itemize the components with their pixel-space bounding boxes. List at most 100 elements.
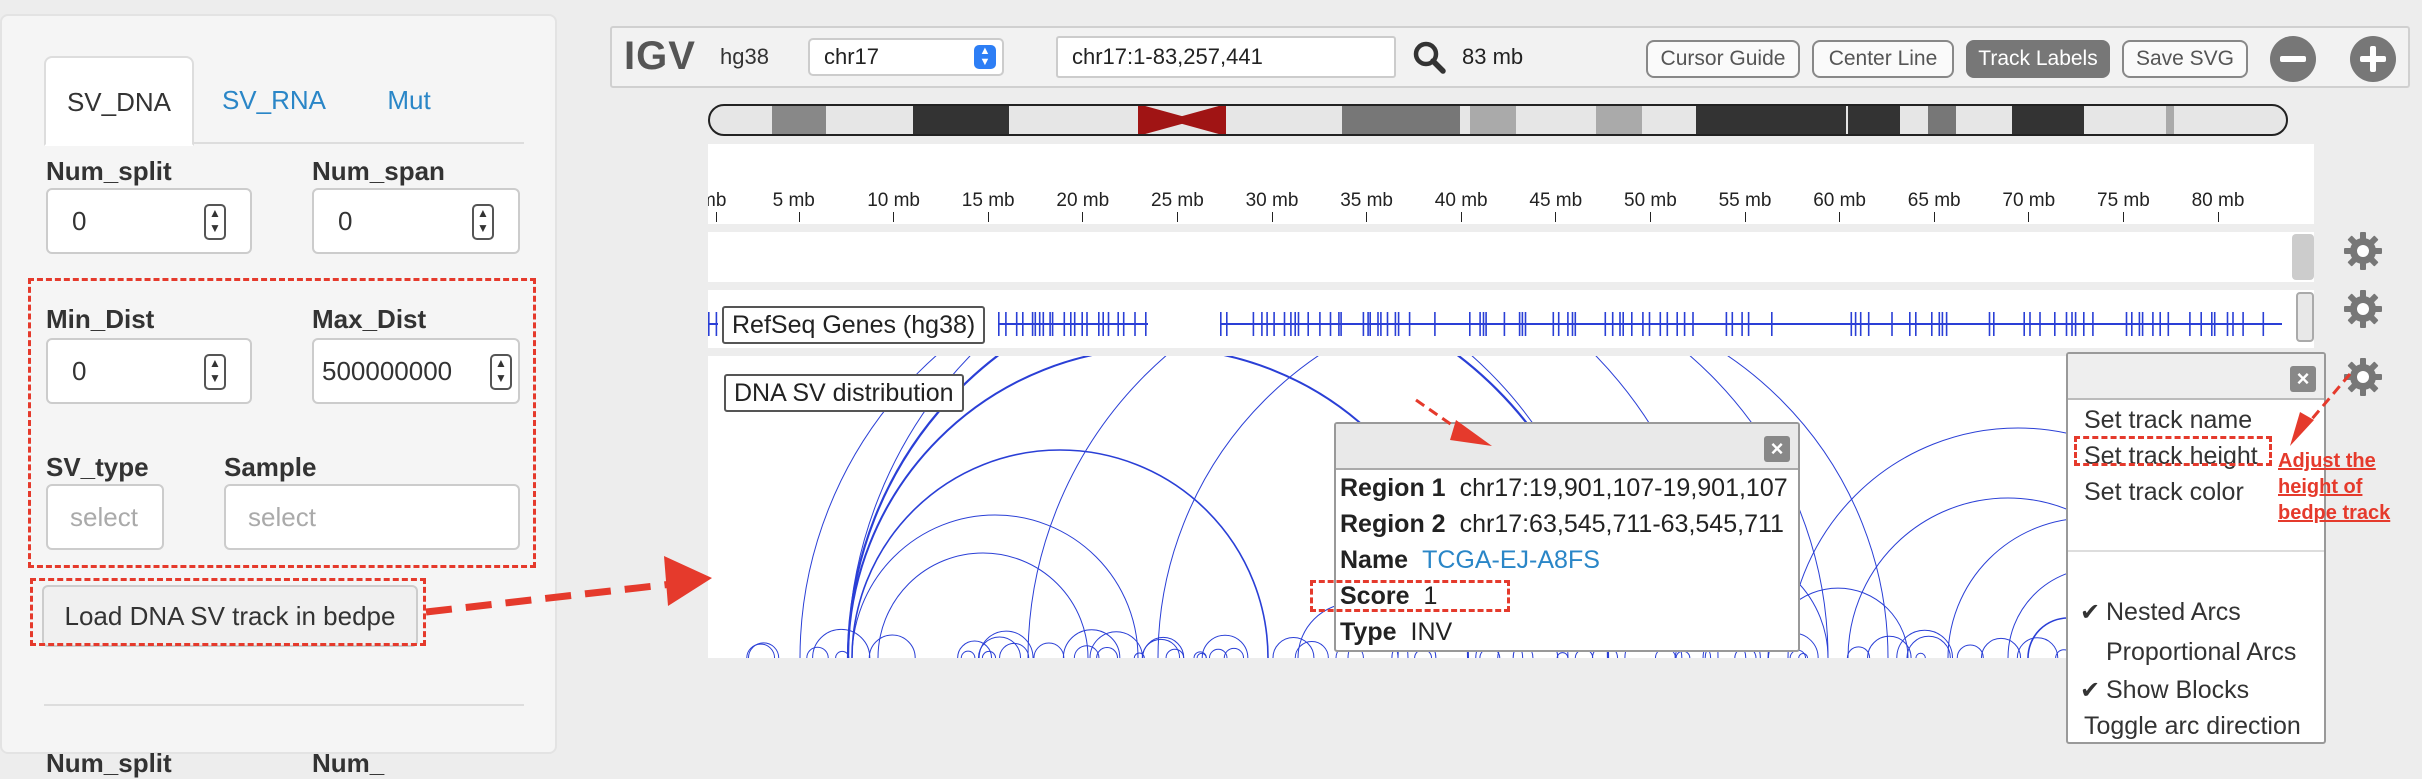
- close-icon[interactable]: ×: [2290, 366, 2316, 392]
- chevron-updown-icon: ▲ ▼: [974, 45, 996, 69]
- gene-feature: [1859, 312, 1862, 336]
- gene-feature: [2159, 312, 2161, 336]
- locus-input[interactable]: chr17:1-83,257,441: [1056, 36, 1396, 78]
- ruler-tick: [1177, 212, 1178, 222]
- gene-feature: [1294, 312, 1296, 336]
- menu-show-blocks[interactable]: ✔ Show Blocks: [2080, 676, 2249, 705]
- gene-feature: [1307, 312, 1309, 336]
- plus-icon[interactable]: [2350, 36, 2396, 82]
- sv-small-arc: [1165, 648, 1185, 658]
- minus-icon[interactable]: [2270, 36, 2316, 82]
- gene-feature: [1482, 312, 1485, 336]
- gene-feature: [1683, 312, 1686, 336]
- tab-sv-rna[interactable]: SV_RNA: [204, 56, 344, 146]
- gene-feature: [2226, 312, 2229, 336]
- gene-feature: [1611, 312, 1614, 336]
- spinner-icon[interactable]: ▲ ▼: [204, 204, 226, 240]
- ruler-tick-label: mb: [708, 190, 727, 211]
- gene-feature: [1941, 312, 1944, 336]
- popup-type: Type INV: [1340, 618, 1452, 647]
- chromosome-select[interactable]: chr17 ▲ ▼: [808, 38, 1004, 76]
- type-value: INV: [1410, 618, 1453, 646]
- num-split-label-2: Num_split: [46, 748, 172, 778]
- gene-feature: [1252, 312, 1255, 336]
- gene-feature: [1676, 312, 1678, 336]
- gene-feature: [1524, 312, 1527, 336]
- chromosome-ideogram[interactable]: [708, 104, 2288, 136]
- menu-proportional-arcs[interactable]: Proportional Arcs: [2080, 638, 2296, 667]
- menu-nested-arcs[interactable]: ✔ Nested Arcs: [2080, 598, 2241, 627]
- gene-feature: [1574, 312, 1577, 336]
- ruler-tick-label: 55 mb: [1718, 190, 1772, 211]
- gene-feature: [1329, 312, 1332, 336]
- sv-small-arc: [1141, 638, 1181, 658]
- show-blocks-label: Show Blocks: [2106, 676, 2250, 704]
- sv-small-arc: [1556, 652, 1569, 658]
- gene-feature: [1145, 312, 1147, 336]
- ruler-tick: [2217, 212, 2219, 222]
- popup-header[interactable]: ×: [1336, 424, 1798, 470]
- gene-feature: [2141, 312, 2144, 336]
- tab-sv-dna[interactable]: SV_DNA: [44, 56, 194, 146]
- genome-label[interactable]: hg38: [720, 44, 769, 70]
- feature-popup: × Region 1 chr17:19,901,107-19,901,107 Re…: [1334, 422, 1800, 652]
- search-icon[interactable]: [1410, 38, 1450, 78]
- gene-feature: [1122, 312, 1125, 336]
- track-scrollbar[interactable]: [2292, 234, 2314, 280]
- ruler-track[interactable]: mb 5 mb 10 mb 15 mb 20 mb 25 mb 30 mb 35 mb 40 m…: [708, 144, 2314, 224]
- ruler-tick: [1366, 212, 1368, 222]
- gene-feature: [1038, 312, 1041, 336]
- region1-label: Region 1: [1340, 474, 1446, 502]
- gene-feature: [1557, 312, 1560, 336]
- gene-feature: [1290, 312, 1292, 336]
- center-line-button[interactable]: Center Line: [1812, 40, 1954, 78]
- gene-feature: [1073, 312, 1076, 336]
- sample-link[interactable]: TCGA-EJ-A8FS: [1422, 546, 1600, 574]
- gene-feature: [1098, 312, 1100, 336]
- menu-set-track-color[interactable]: Set track color: [2084, 478, 2244, 507]
- gene-feature: [1479, 312, 1481, 336]
- gene-feature: [2039, 312, 2041, 336]
- gene-feature: [1261, 312, 1263, 336]
- close-icon[interactable]: ×: [1764, 436, 1790, 462]
- menu-toggle-arc-direction[interactable]: Toggle arc direction: [2084, 712, 2301, 741]
- sv-small-arc: [1956, 644, 1984, 658]
- sv-small-arc: [1896, 630, 1953, 658]
- num-span-label: Num_span: [312, 156, 445, 186]
- spinner-icon[interactable]: ▲ ▼: [472, 204, 494, 240]
- ruler-tick-label: 25 mb: [1151, 190, 1204, 211]
- gene-feature: [1993, 312, 1995, 336]
- ruler-tick: [2123, 212, 2124, 222]
- gear-icon[interactable]: [2342, 356, 2384, 398]
- sv-small-arc: [1142, 636, 1185, 658]
- num-span-label-2: Num_: [312, 748, 385, 778]
- save-svg-button[interactable]: Save SVG: [2122, 40, 2248, 78]
- sv-small-arc: [835, 650, 850, 658]
- gene-feature: [1226, 312, 1228, 336]
- ruler-tick-label: 80 mb: [2191, 190, 2245, 211]
- proportional-arcs-label: Proportional Arcs: [2106, 638, 2297, 666]
- gene-feature: [998, 312, 1000, 336]
- gear-icon[interactable]: [2342, 288, 2384, 330]
- gene-feature: [2083, 312, 2085, 336]
- ruler-tick-label: 50 mb: [1624, 190, 1677, 211]
- gene-feature: [1063, 312, 1066, 336]
- gene-feature: [2152, 312, 2154, 336]
- menu-set-track-name[interactable]: Set track name: [2084, 406, 2252, 435]
- ruler-tick: [1555, 212, 1557, 222]
- popup-region2: Region 2 chr17:63,545,711-63,545,711: [1340, 510, 1784, 539]
- num-split-label: Num_split: [46, 156, 172, 186]
- gene-feature: [1283, 312, 1286, 336]
- gene-feature: [2125, 312, 2128, 336]
- ruler-tick: [1271, 212, 1273, 222]
- num-split-input[interactable]: 0 ▲ ▼: [46, 188, 252, 254]
- track-labels-button[interactable]: Track Labels: [1966, 40, 2110, 78]
- gene-feature: [1377, 312, 1379, 336]
- cursor-guide-button[interactable]: Cursor Guide: [1646, 40, 1800, 78]
- sv-small-arc: [1846, 646, 1871, 658]
- track-scrollbar[interactable]: [2296, 292, 2314, 342]
- menu-header[interactable]: ×: [2068, 354, 2324, 400]
- tab-mut[interactable]: Mut: [354, 56, 464, 146]
- gear-icon[interactable]: [2342, 230, 2384, 272]
- num-span-input[interactable]: 0 ▲ ▼: [312, 188, 520, 254]
